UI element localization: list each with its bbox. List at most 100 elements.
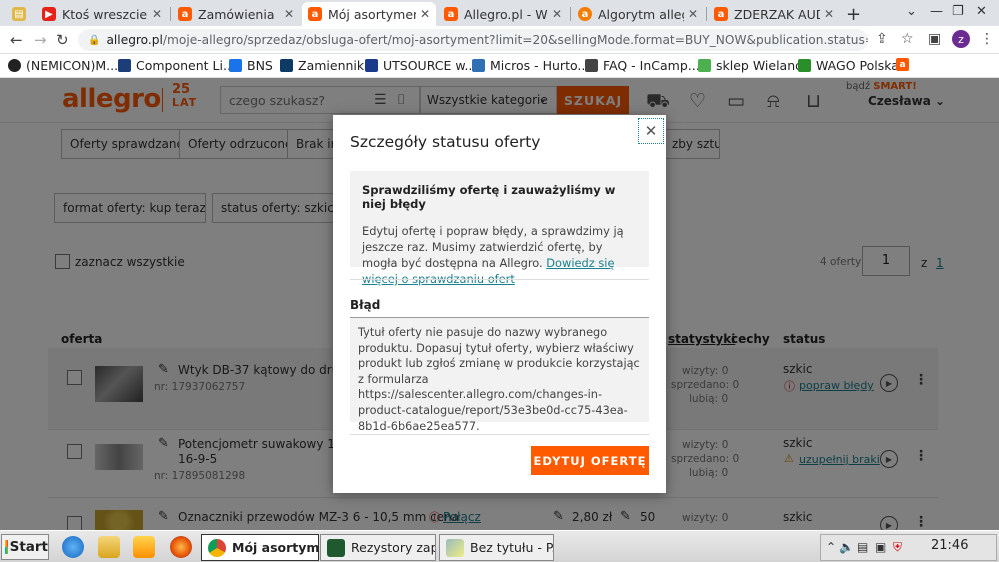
chrome-icon <box>208 538 226 557</box>
chevron-down-icon[interactable]: ⌄ <box>906 4 917 19</box>
bookmark-icon <box>229 59 242 72</box>
security-alert-icon[interactable]: ⛨ <box>893 540 902 555</box>
tab-title: Mój asortyment <box>328 6 416 22</box>
bookmark-9[interactable]: a <box>896 58 914 71</box>
volume-icon[interactable]: 🔈 <box>839 540 854 554</box>
divider <box>350 279 649 280</box>
tab-0[interactable]: ▶ Ktoś wreszcie mu ✕ <box>36 2 168 26</box>
allegro-icon: a <box>896 58 909 71</box>
tab-title: Ktoś wreszcie mu <box>62 6 148 22</box>
tray-app-icon[interactable]: ▣ <box>875 540 886 554</box>
bookmark-8[interactable]: WAGO Polska <box>798 58 899 73</box>
url-input[interactable]: 🔒 allegro.pl/moje-allegro/sprzedaz/obslu… <box>78 29 868 51</box>
allegro-icon: a <box>444 7 458 21</box>
paint-icon <box>446 538 464 557</box>
allegro-icon: a <box>178 7 192 21</box>
bookmarks-bar: (NEMICON)M... Component Li... BNS Zamien… <box>0 54 999 78</box>
internet-explorer-icon[interactable] <box>62 536 84 558</box>
bookmark-icon <box>472 59 485 72</box>
tab-separator <box>570 7 571 21</box>
bookmark-icon <box>280 59 293 72</box>
network-icon[interactable]: ▤ <box>857 540 868 554</box>
bookmark-2[interactable]: BNS <box>229 58 273 73</box>
bookmark-6[interactable]: FAQ - InCamp... <box>585 58 700 73</box>
bookmark-1[interactable]: Component Li... <box>118 58 235 73</box>
system-tray: ⌃ 🔈 ▤ ▣ ⛨ <box>820 534 997 561</box>
task-paint[interactable]: Bez tytułu - P... <box>439 534 554 561</box>
bookmark-icon <box>118 59 131 72</box>
lock-icon[interactable]: 🔒 <box>88 35 100 46</box>
address-bar-row: ← → ↻ 🔒 allegro.pl/moje-allegro/sprzedaz… <box>0 26 999 54</box>
reload-icon[interactable]: ↻ <box>56 31 69 49</box>
info-text: Edytuj ofertę i popraw błędy, a sprawdzi… <box>362 224 624 286</box>
tab-title: Algorytm allegro <box>598 6 684 22</box>
media-player-icon[interactable] <box>133 536 155 558</box>
tray-arrow-icon[interactable]: ⌃ <box>826 540 836 554</box>
folder-icon[interactable] <box>98 536 120 558</box>
bookmark-star-icon[interactable]: ☆ <box>901 31 914 47</box>
youtube-icon: ▶ <box>42 7 56 21</box>
bookmark-icon <box>798 59 811 72</box>
bookmark-icon <box>8 59 21 72</box>
divider <box>350 434 649 435</box>
spreadsheet-icon <box>327 538 345 557</box>
bookmark-7[interactable]: sklep Wieland <box>698 58 803 73</box>
close-tab-icon[interactable]: ✕ <box>688 7 698 21</box>
forward-icon[interactable]: → <box>34 31 47 49</box>
tab-separator <box>170 7 171 21</box>
close-window-icon[interactable]: ✕ <box>976 4 987 19</box>
browser-tab-bar: ▤ ▶ Ktoś wreszcie mu ✕ a Zamówienia ✕ a … <box>0 0 999 26</box>
task-spreadsheet[interactable]: Rezystory zap... <box>320 534 436 561</box>
close-icon[interactable]: ✕ <box>638 118 664 144</box>
close-tab-icon[interactable]: ✕ <box>420 7 430 21</box>
share-icon[interactable]: ⇪ <box>876 31 888 47</box>
close-tab-icon[interactable]: ✕ <box>552 7 562 21</box>
windows-taskbar: Start Mój asortym... Rezystory zap... Be… <box>0 530 999 562</box>
tab-title: Zamówienia <box>198 6 275 22</box>
allegro-icon: a <box>714 7 728 21</box>
allegro-icon: a <box>308 7 322 21</box>
url-path: /moje-allegro/sprzedaz/obsluga-ofert/moj… <box>162 33 868 47</box>
tab-title: Allegro.pl - Więc <box>464 6 548 22</box>
profile-avatar[interactable]: z <box>952 30 970 48</box>
bookmark-icon <box>585 59 598 72</box>
url-host: allegro.pl <box>106 33 163 47</box>
tab-title: ZDERZAK AUDI C <box>734 6 820 22</box>
close-tab-icon[interactable]: ✕ <box>152 7 162 21</box>
tab-3[interactable]: a Allegro.pl - Więc ✕ <box>438 2 568 26</box>
start-button[interactable]: Start <box>1 534 49 560</box>
restore-icon[interactable]: ❐ <box>952 4 964 19</box>
allegro-icon: a <box>578 7 592 21</box>
back-icon[interactable]: ← <box>10 31 23 49</box>
bookmark-icon <box>365 59 378 72</box>
clock: 21:46 <box>931 538 969 553</box>
minimize-icon[interactable]: — <box>930 4 943 19</box>
bookmark-icon <box>698 59 711 72</box>
tab-separator <box>706 7 707 21</box>
close-tab-icon[interactable]: ✕ <box>284 7 294 21</box>
pinned-tab-icon: ▤ <box>12 7 26 21</box>
bookmark-5[interactable]: Micros - Hurto... <box>472 58 589 73</box>
new-tab-icon[interactable]: + <box>846 4 861 25</box>
info-heading: Sprawdziliśmy ofertę i zauważyliśmy w ni… <box>362 183 616 211</box>
bookmark-0[interactable]: (NEMICON)M... <box>8 58 118 73</box>
status-details-modal: ✕ Szczegóły statusu oferty Sprawdziliśmy… <box>333 115 666 493</box>
tab-5[interactable]: a ZDERZAK AUDI C ✕ <box>708 2 840 26</box>
info-box: Sprawdziliśmy ofertę i zauważyliśmy w ni… <box>350 171 649 286</box>
tab-4[interactable]: a Algorytm allegro ✕ <box>572 2 704 26</box>
menu-icon[interactable]: ⋮ <box>980 31 994 47</box>
bookmark-4[interactable]: UTSOURCE w... <box>365 58 476 73</box>
edit-offer-button[interactable]: EDYTUJ OFERTĘ <box>531 446 649 475</box>
sidebar-icon[interactable]: ▣ <box>928 31 941 47</box>
firefox-icon[interactable] <box>170 536 192 558</box>
bookmark-3[interactable]: Zamienniki <box>280 58 368 73</box>
tab-2-active[interactable]: a Mój asortyment ✕ <box>302 2 436 26</box>
tab-1[interactable]: a Zamówienia ✕ <box>172 2 300 26</box>
windows-logo-icon <box>5 540 8 554</box>
task-chrome[interactable]: Mój asortym... <box>201 534 319 561</box>
error-label: Błąd <box>350 298 381 312</box>
error-message: Tytuł oferty nie pasuje do nazwy wybrane… <box>350 317 649 433</box>
close-tab-icon[interactable]: ✕ <box>824 7 834 21</box>
modal-title: Szczegóły statusu oferty <box>350 133 541 151</box>
tab-pinned[interactable]: ▤ <box>8 2 30 26</box>
